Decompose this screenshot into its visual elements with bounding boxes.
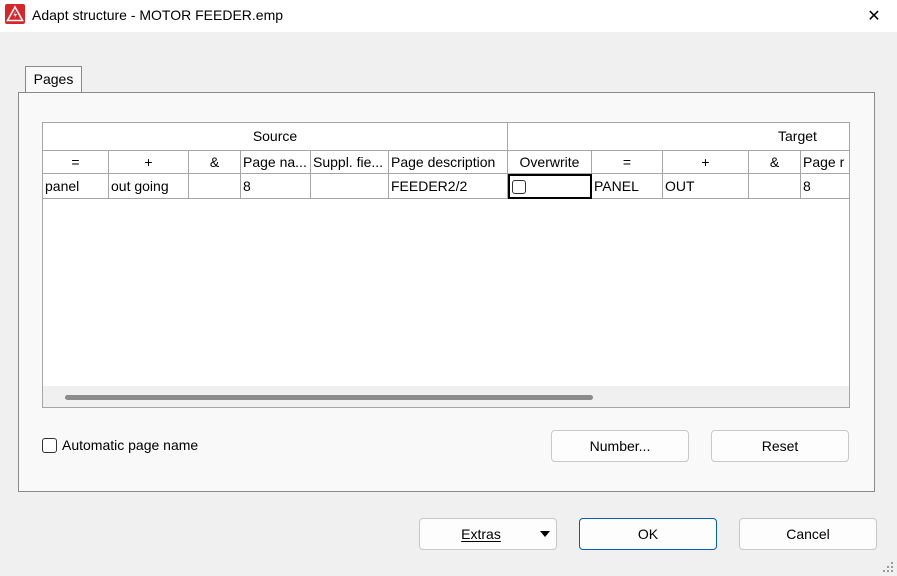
horizontal-scrollbar[interactable] [43, 386, 849, 407]
ok-button[interactable]: OK [579, 518, 717, 550]
window-title: Adapt structure - MOTOR FEEDER.emp [32, 7, 284, 23]
col-header-src-page-name[interactable]: Page na... [241, 151, 311, 174]
number-button[interactable]: Number... [551, 430, 689, 462]
tab-pages[interactable]: Pages [25, 66, 82, 93]
extras-button[interactable]: Extras [419, 518, 557, 550]
col-header-tgt-amp[interactable]: & [749, 151, 801, 174]
resize-grip-icon[interactable] [881, 560, 895, 574]
extras-button-label: Extras [461, 526, 501, 542]
tab-pages-label: Pages [33, 71, 74, 87]
col-header-src-suppl-field[interactable]: Suppl. fie... [311, 151, 389, 174]
reset-button-label: Reset [761, 438, 799, 454]
cell-overwrite[interactable] [508, 174, 592, 199]
cell-src-page-description[interactable]: FEEDER2/2 [389, 174, 508, 199]
number-button-label: Number... [589, 438, 651, 454]
structure-grid[interactable]: Source Target = + & Page na... Suppl. fi… [42, 122, 850, 408]
target-group-label: Target [778, 128, 817, 144]
cell-src-eq[interactable]: panel [43, 174, 109, 199]
col-header-tgt-eq[interactable]: = [592, 151, 663, 174]
app-warning-triangle-icon [5, 4, 25, 24]
ok-button-label: OK [637, 526, 659, 542]
cell-tgt-amp[interactable] [749, 174, 801, 199]
cell-tgt-plus[interactable]: OUT [663, 174, 749, 199]
close-button[interactable]: ✕ [851, 0, 897, 32]
col-header-src-plus[interactable]: + [109, 151, 189, 174]
cell-tgt-eq[interactable]: PANEL [592, 174, 663, 199]
source-group-header: Source [43, 123, 508, 151]
col-header-src-eq[interactable]: = [43, 151, 109, 174]
col-header-tgt-page[interactable]: Page r [801, 151, 849, 174]
title-bar: Adapt structure - MOTOR FEEDER.emp ✕ [0, 0, 897, 32]
automatic-page-name-checkbox[interactable] [42, 438, 57, 453]
overwrite-checkbox[interactable] [512, 180, 526, 194]
col-header-tgt-plus[interactable]: + [663, 151, 749, 174]
col-header-src-page-description[interactable]: Page description [389, 151, 508, 174]
reset-button[interactable]: Reset [711, 430, 849, 462]
cell-src-suppl-field[interactable] [311, 174, 389, 199]
cell-tgt-page[interactable]: 8 [801, 174, 849, 199]
cell-src-amp[interactable] [189, 174, 241, 199]
dropdown-arrow-icon [540, 531, 550, 537]
col-header-overwrite[interactable]: Overwrite [508, 151, 592, 174]
horizontal-scrollbar-thumb[interactable] [65, 395, 593, 400]
cell-src-page-name[interactable]: 8 [241, 174, 311, 199]
close-icon: ✕ [867, 8, 881, 25]
cancel-button-label: Cancel [786, 526, 830, 542]
target-group-header: Target [508, 123, 849, 151]
cell-src-plus[interactable]: out going [109, 174, 189, 199]
col-header-src-amp[interactable]: & [189, 151, 241, 174]
cancel-button[interactable]: Cancel [739, 518, 877, 550]
automatic-page-name-label[interactable]: Automatic page name [62, 437, 198, 453]
